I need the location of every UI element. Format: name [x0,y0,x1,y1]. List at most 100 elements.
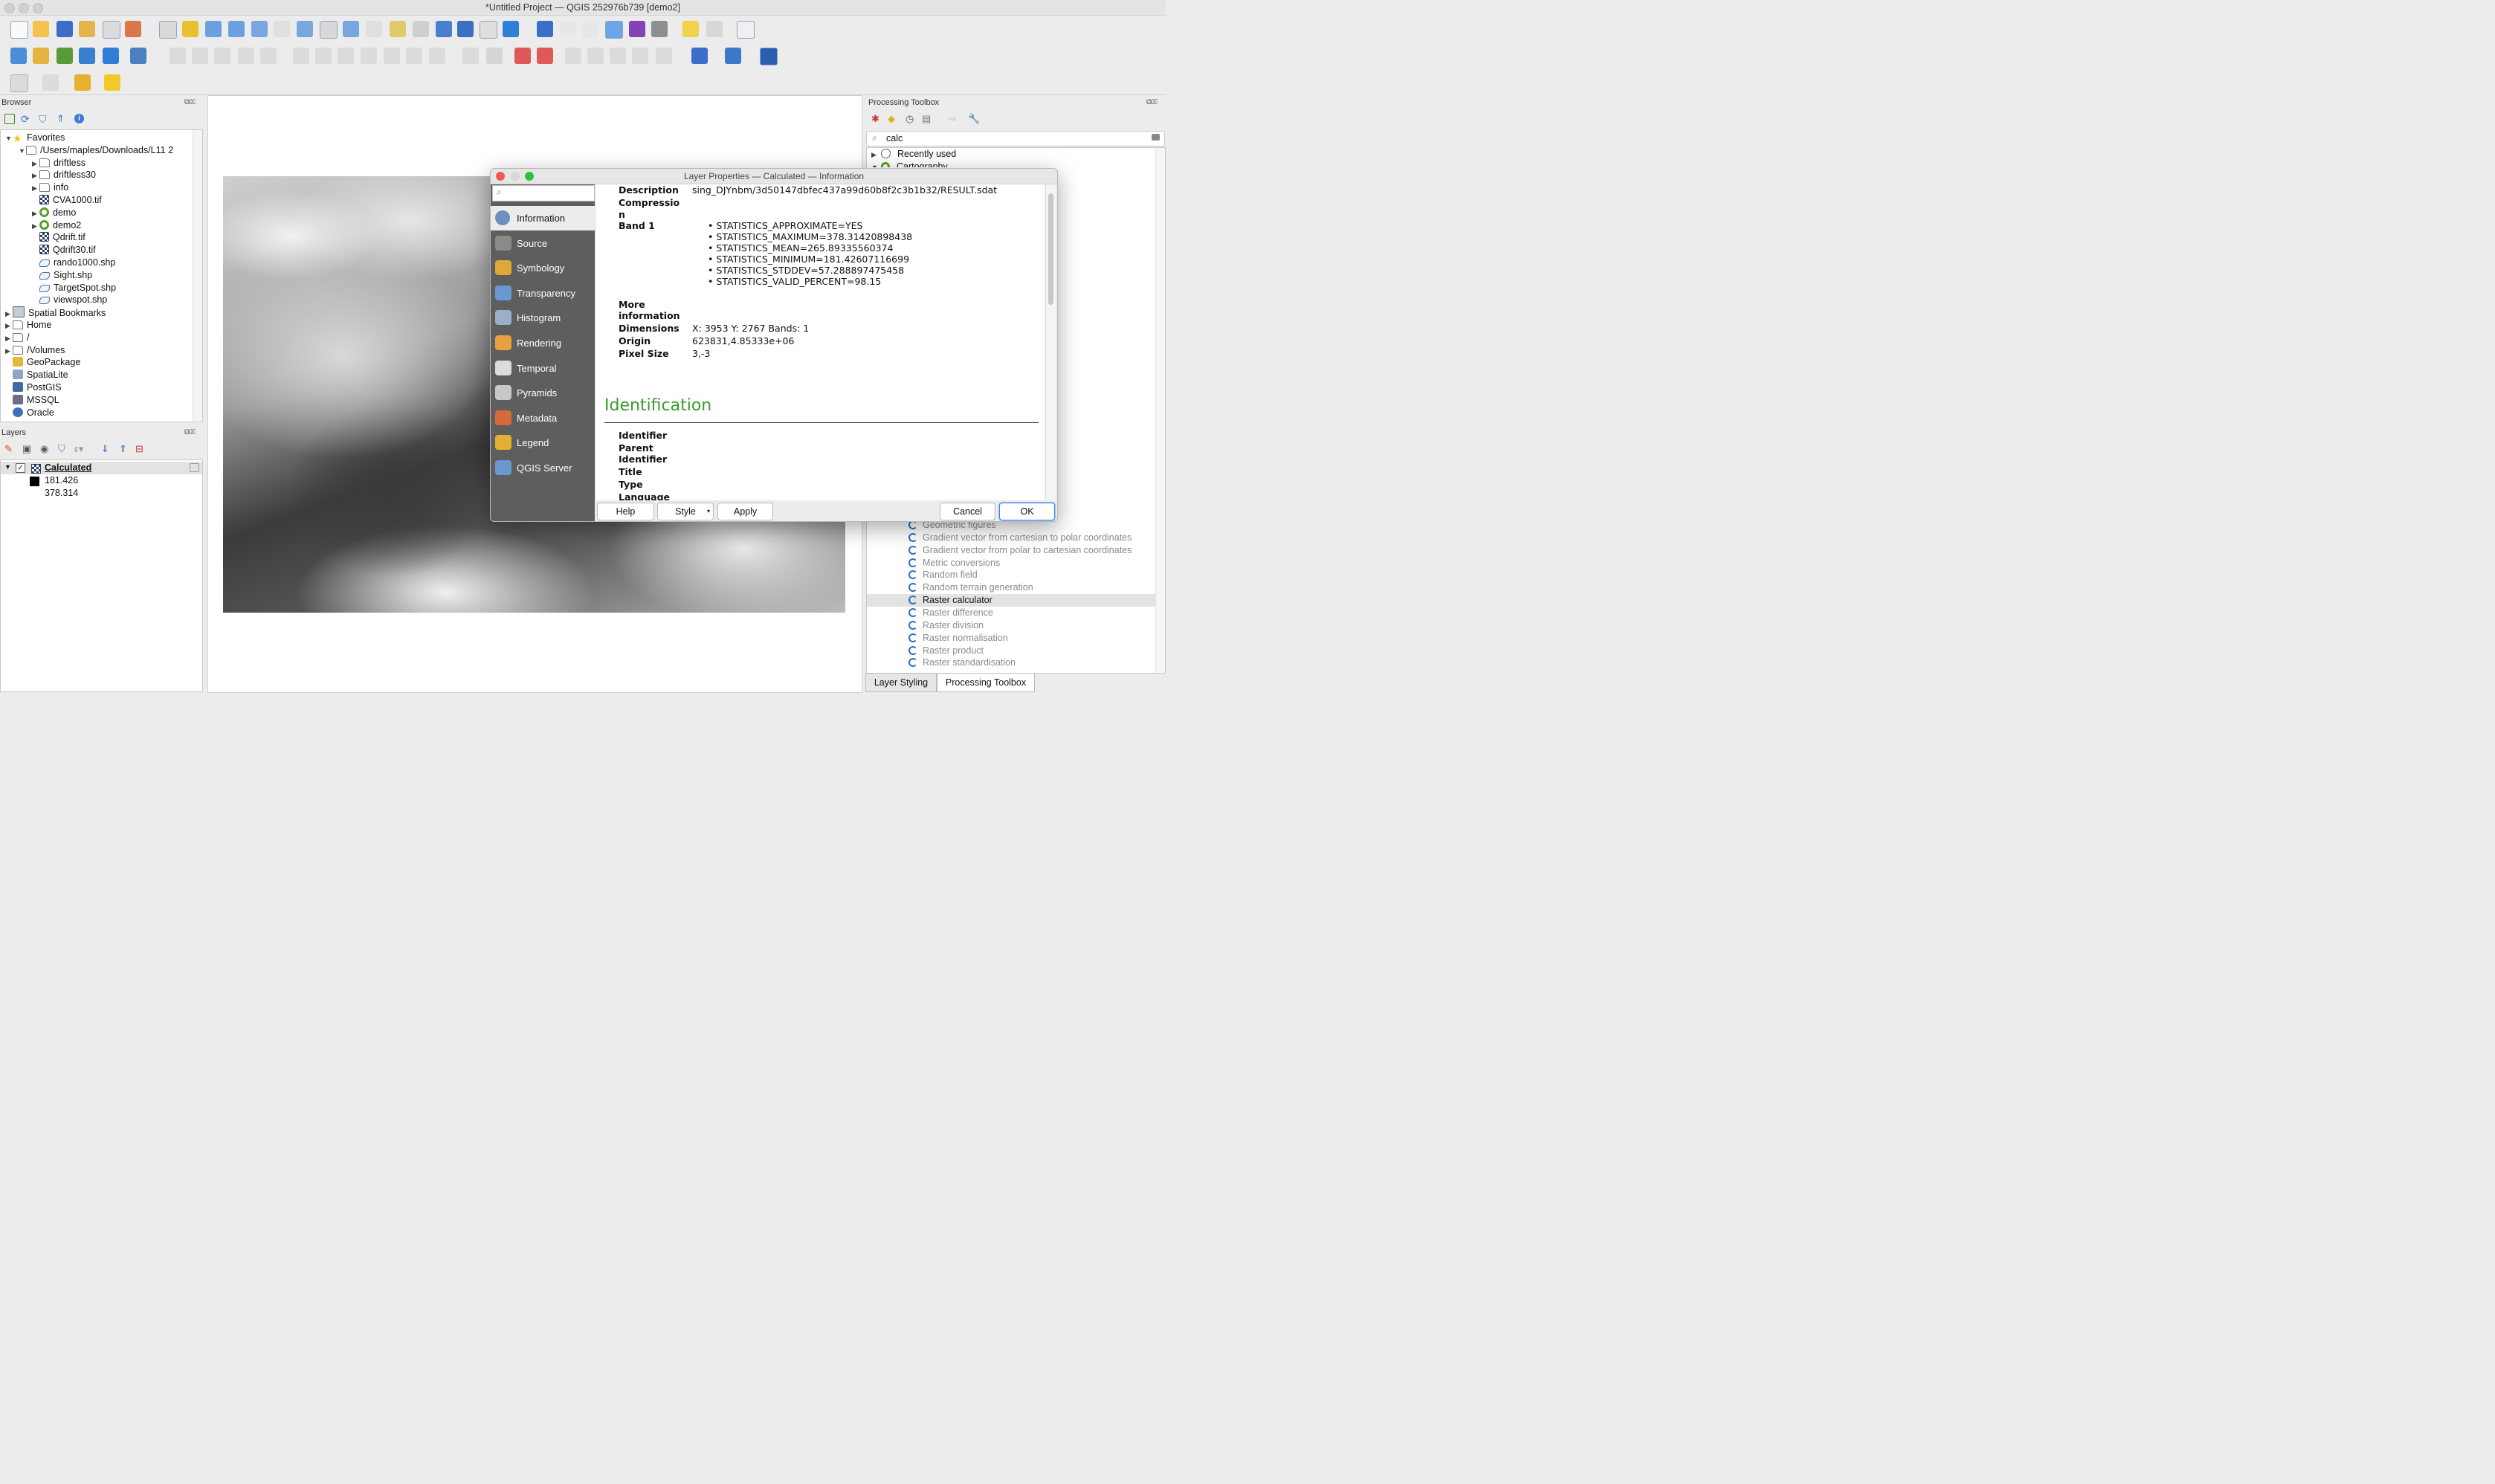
label-pin-diagram-icon[interactable] [656,48,672,64]
cancel-button[interactable]: Cancel [940,503,995,520]
label-highlight-icon[interactable] [514,48,531,64]
collapse-all-icon[interactable]: ⇑ [57,113,65,125]
algorithm-item[interactable]: Metric conversions [908,557,1000,570]
expression-filter-icon[interactable]: ε▾ [74,443,83,455]
refresh-icon[interactable] [503,21,519,37]
algorithm-item[interactable]: Random terrain generation [908,581,1033,594]
label-show-hide-icon[interactable] [632,48,648,64]
add-layer-icon[interactable] [4,114,15,124]
layer-visibility-checkbox[interactable]: ✓ [16,463,25,473]
layers-float-close-icon[interactable]: ⧉☒ [184,428,196,436]
browser-item[interactable]: ▶ demo2 [32,219,81,232]
new-spatialite-icon[interactable] [79,48,95,64]
results-viewer-icon[interactable]: ▤ [922,113,931,125]
save-project-icon[interactable] [57,21,73,37]
algorithm-item[interactable]: Raster normalisation [908,632,1008,645]
sidebar-item-qgis-server[interactable]: QGIS Server [491,456,595,480]
options-wrench-icon[interactable]: 🔧 [968,113,980,125]
algorithm-item[interactable]: Raster standardisation [908,656,1016,669]
add-feature-icon[interactable] [238,48,254,64]
new-virtual-layer-icon[interactable] [103,48,119,64]
zoom-to-layer-icon[interactable] [297,21,313,37]
dialog-search-input[interactable]: ⌕ [492,185,595,201]
algorithm-item[interactable]: Random field [908,569,978,581]
layer-indicator-icon[interactable] [190,463,199,472]
new-bookmark-icon[interactable] [436,21,452,37]
measure-icon[interactable] [651,21,668,37]
expand-arrow-icon[interactable]: ▶ [32,207,39,220]
sidebar-item-symbology[interactable]: Symbology [491,256,595,280]
browser-item[interactable]: ▼ /Users/maples/Downloads/L11 2 [19,144,173,157]
apply-button[interactable]: Apply [717,503,773,520]
browser-item[interactable]: ▶ Home [5,319,51,332]
style-manager-icon[interactable]: ✎ [4,443,13,455]
filter-legend-icon[interactable]: ⛉ [58,443,65,455]
panel-float-close-icon[interactable]: ⧉☒ [184,98,196,106]
edit-features-in-place-icon[interactable]: ⇨ [949,113,957,125]
browser-item[interactable]: Oracle [5,407,54,419]
sidebar-item-histogram[interactable]: Histogram [491,306,595,330]
deselect-all-icon[interactable] [74,74,91,91]
label-move-icon[interactable] [565,48,581,64]
dialog-minimize-button[interactable] [511,172,520,181]
text-annotation-icon[interactable] [706,21,723,37]
browser-item[interactable]: ▶ info [32,181,68,194]
tab-processing-toolbox[interactable]: Processing Toolbox [937,673,1035,692]
style-manager-icon[interactable] [125,21,141,37]
expand-all-icon[interactable]: ⇓ [101,443,109,455]
add-group-icon[interactable]: ▣ [22,443,31,455]
new-shapefile-icon[interactable] [57,48,73,64]
scrollbar-thumb[interactable] [1048,193,1053,305]
browser-item[interactable]: TargetSpot.shp [32,282,116,294]
sidebar-item-metadata[interactable]: Metadata [491,406,595,430]
map-tips-icon[interactable] [682,21,699,37]
zoom-out-icon[interactable] [228,21,245,37]
new-geopackage-icon[interactable] [33,48,49,64]
vertex-tool-icon[interactable] [260,48,277,64]
pan-to-selection-icon[interactable] [182,21,198,37]
expand-arrow-icon[interactable]: ▶ [5,332,13,345]
remove-layer-icon[interactable]: ⊟ [135,443,143,455]
browser-item[interactable]: viewspot.shp [32,294,107,306]
toolbox-scrollbar[interactable] [1155,148,1165,673]
browser-item[interactable]: CVA1000.tif [32,194,102,207]
layer-row-calculated[interactable]: ▼ ✓ Calculated [1,462,202,474]
expand-arrow-icon[interactable]: ▶ [5,320,13,332]
sidebar-item-transparency[interactable]: Transparency [491,281,595,306]
browser-item[interactable]: ▶ /Volumes [5,344,65,357]
sidebar-item-temporal[interactable]: Temporal [491,356,595,381]
tab-layer-styling[interactable]: Layer Styling [865,673,937,692]
sidebar-item-information[interactable]: Information [491,206,595,230]
algorithm-item[interactable]: Raster product [908,645,984,657]
modify-attributes-icon[interactable] [293,48,309,64]
save-edits-icon[interactable] [214,48,230,64]
label-toolbar-icon[interactable] [462,48,479,64]
ok-button[interactable]: OK [999,503,1055,520]
expand-arrow-icon[interactable]: ▶ [32,182,39,195]
algorithm-item[interactable]: Gradient vector from polar to cartesian … [908,544,1132,557]
new-temporary-layer-icon[interactable] [130,48,146,64]
new-map-view-icon[interactable] [390,21,406,37]
python-scripts-icon[interactable]: ◆ [888,113,895,125]
redo-icon[interactable] [429,48,445,64]
python-console-icon[interactable] [725,48,741,64]
algorithm-item[interactable]: Raster difference [908,607,993,619]
help-button[interactable]: Help [597,503,654,520]
browser-item[interactable]: ▼★ Favorites [5,132,65,144]
collapse-all-layers-icon[interactable]: ⇑ [119,443,127,455]
visibility-icon[interactable]: ◉ [40,443,48,455]
collapse-arrow-icon[interactable]: ▼ [4,463,11,471]
clear-search-icon[interactable] [1152,134,1160,141]
select-by-value-icon[interactable] [42,74,59,91]
zoom-in-icon[interactable] [205,21,222,37]
models-icon[interactable]: ✱ [871,113,879,125]
browser-item[interactable]: Sight.shp [32,269,92,282]
temporal-controller-icon[interactable] [480,21,497,39]
expand-arrow-icon[interactable]: ▼ [19,145,26,158]
expand-arrow-icon[interactable]: ▶ [32,170,39,182]
plugin-globe-icon[interactable] [691,48,708,64]
browser-item[interactable]: ▶ driftless [32,157,85,170]
dialog-close-button[interactable] [496,172,505,181]
data-source-manager-icon[interactable] [10,48,27,64]
style-dropdown-button[interactable]: Style ▾ [657,503,714,520]
